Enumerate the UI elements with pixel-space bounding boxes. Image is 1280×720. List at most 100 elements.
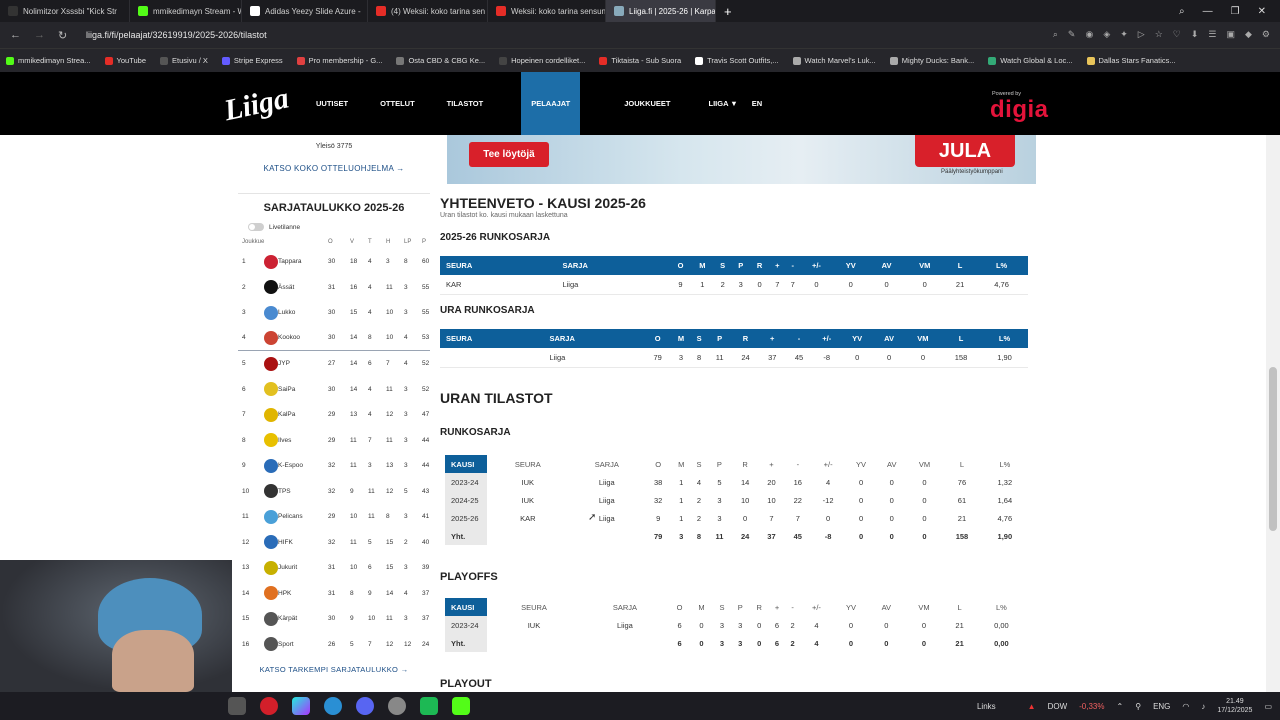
page-scrollbar[interactable] bbox=[1266, 135, 1280, 692]
live-toggle[interactable]: Livetilanne bbox=[248, 223, 430, 231]
copilot-icon[interactable] bbox=[292, 697, 310, 715]
scrollbar-thumb[interactable] bbox=[1269, 367, 1277, 531]
standings-row[interactable]: 12 HIFK 32 11 5 15 2 40 bbox=[238, 530, 430, 556]
standings-row[interactable]: 4 Kookoo 30 14 8 10 4 53 bbox=[238, 326, 430, 351]
stat-cell: 7 bbox=[368, 640, 372, 648]
standings-row[interactable]: 8 Ilves 29 11 7 11 3 44 bbox=[238, 428, 430, 454]
shield-icon[interactable]: ◈ bbox=[1103, 29, 1110, 40]
edge-icon[interactable] bbox=[324, 697, 342, 715]
task-view-icon[interactable] bbox=[228, 697, 246, 715]
nav-joukkueet[interactable]: JOUKKUEET bbox=[608, 72, 702, 135]
bookmark-item[interactable]: Osta CBD & CBG Ke... bbox=[396, 56, 485, 65]
maximize-icon[interactable]: ❐ bbox=[1231, 6, 1240, 17]
opera-icon[interactable] bbox=[260, 697, 278, 715]
bookmark-item[interactable]: Tiktaista - Sub Suora bbox=[599, 56, 681, 65]
notification-icon[interactable]: ▭ bbox=[1264, 702, 1272, 711]
globe-icon bbox=[396, 56, 405, 65]
minimize-icon[interactable]: — bbox=[1203, 6, 1213, 17]
liiga-logo[interactable]: Liiga bbox=[220, 80, 292, 130]
bookmark-item[interactable]: Dallas Stars Fanatics... bbox=[1086, 56, 1176, 65]
nav-tilastot[interactable]: TILASTOT bbox=[431, 72, 522, 135]
toggle-switch[interactable] bbox=[248, 223, 264, 231]
clock[interactable]: 21.49 17/12/2025 bbox=[1217, 697, 1252, 715]
search-icon[interactable]: ⌕ bbox=[1179, 6, 1185, 17]
nav-pelaajat[interactable]: PELAAJAT bbox=[521, 72, 581, 135]
browser-tab[interactable]: Adidas Yeezy Slide Azure - bbox=[242, 0, 368, 22]
standings-row[interactable]: 14 HPK 31 8 9 14 4 37 bbox=[238, 581, 430, 607]
team-logo-icon bbox=[264, 484, 278, 499]
standings-row[interactable]: 3 Lukko 30 15 4 10 3 55 bbox=[238, 300, 430, 326]
network-icon[interactable]: ⚲ bbox=[1135, 702, 1141, 711]
browser-tab[interactable]: Weksii: koko tarina sensun bbox=[488, 0, 606, 22]
standings-row[interactable]: 9 K-Espoo 32 11 3 13 3 44 bbox=[238, 453, 430, 479]
camera-icon[interactable]: ◉ bbox=[1085, 29, 1093, 40]
menu-icon[interactable]: ☰ bbox=[1208, 29, 1216, 40]
nav-language[interactable]: EN bbox=[744, 72, 770, 135]
table-cell: 61 bbox=[957, 495, 967, 505]
close-icon[interactable]: ✕ bbox=[1258, 6, 1266, 17]
banner-button[interactable]: Tee löytöjä bbox=[469, 142, 549, 167]
kick-icon[interactable] bbox=[452, 697, 470, 715]
play-icon[interactable]: ▷ bbox=[1138, 29, 1145, 40]
app-icon[interactable] bbox=[388, 697, 406, 715]
chevron-up-icon[interactable]: ⌃ bbox=[1117, 702, 1124, 711]
kick-icon bbox=[138, 6, 148, 16]
bookmark-item[interactable]: Stripe Express bbox=[221, 56, 283, 65]
bookmark-icon[interactable]: ☆ bbox=[1155, 29, 1163, 40]
bookmark-item[interactable]: mmikedimayn Strea... bbox=[6, 56, 91, 65]
more-standings-link[interactable]: KATSO TARKEMPI SARJATAULUKKO → bbox=[238, 665, 430, 674]
stat-cell: 52 bbox=[422, 385, 430, 393]
standings-row[interactable]: 11 Pelicans 29 10 11 8 3 41 bbox=[238, 504, 430, 530]
bookmark-item[interactable]: Etusivu / X bbox=[160, 56, 208, 65]
heart-icon[interactable]: ♡ bbox=[1173, 29, 1181, 40]
bookmark-item[interactable]: Watch Global & Loc... bbox=[988, 56, 1073, 65]
ad-banner[interactable]: Tee löytöjä JULA Päälyhteistyökumppani bbox=[447, 135, 1036, 184]
full-schedule-link[interactable]: KATSO KOKO OTTELUOHJELMA → bbox=[238, 164, 430, 173]
download-icon[interactable]: ⬇ bbox=[1191, 29, 1199, 40]
table-cell: 0 bbox=[841, 348, 874, 368]
column-header: +/- bbox=[800, 256, 833, 275]
standings-row[interactable]: 7 KalPa 29 13 4 12 3 47 bbox=[238, 402, 430, 428]
browser-tab[interactable]: mmikedimayn Stream - W bbox=[130, 0, 242, 22]
browser-tab[interactable]: Nolimitzor Xsssbi "Kick Str bbox=[0, 0, 130, 22]
edit-icon[interactable]: ✎ bbox=[1068, 29, 1076, 40]
bookmark-item[interactable]: Watch Marvel's Luk... bbox=[792, 56, 876, 65]
settings-icon[interactable]: ⚙ bbox=[1262, 29, 1270, 40]
back-icon[interactable]: ← bbox=[10, 29, 24, 41]
bookmark-item[interactable]: Pro membership - G... bbox=[296, 56, 382, 65]
links-label[interactable]: Links bbox=[977, 702, 996, 711]
standings-row[interactable]: 15 Kärpät 30 9 10 11 3 37 bbox=[238, 606, 430, 632]
browser-tab-active[interactable]: Liiga.fi | 2025-26 | Karpat | bbox=[606, 0, 716, 22]
browser-tab[interactable]: (4) Weksii: koko tarina sen bbox=[368, 0, 488, 22]
spotify-icon[interactable] bbox=[420, 697, 438, 715]
volume-icon[interactable]: ♪ bbox=[1201, 702, 1205, 711]
standings-row[interactable]: 5 JYP 27 14 6 7 4 52 bbox=[238, 351, 430, 377]
wifi-icon[interactable]: ◠ bbox=[1182, 702, 1189, 711]
bookmark-item[interactable]: Mighty Ducks: Bank... bbox=[889, 56, 974, 65]
wallet-icon[interactable]: ▣ bbox=[1226, 29, 1235, 40]
standings-row[interactable]: 1 Tappara 30 18 4 3 8 60 bbox=[238, 249, 430, 275]
standings-row[interactable]: 10 TPS 32 9 11 12 5 43 bbox=[238, 479, 430, 505]
discord-icon[interactable] bbox=[356, 697, 374, 715]
table-cell: -12 bbox=[822, 495, 834, 505]
nav-uutiset[interactable]: UUTISET bbox=[300, 72, 364, 135]
standings-row[interactable]: 6 SaiPa 30 14 4 11 3 52 bbox=[238, 377, 430, 403]
extensions-icon[interactable]: ✦ bbox=[1120, 29, 1128, 40]
aria-icon[interactable]: ◆ bbox=[1245, 29, 1252, 40]
standings-row[interactable]: 16 Sport 26 5 7 12 12 24 bbox=[238, 632, 430, 658]
bookmark-item[interactable]: YouTube bbox=[104, 56, 146, 65]
standings-row[interactable]: 13 Jukurit 31 10 6 15 3 39 bbox=[238, 555, 430, 581]
digia-logo[interactable]: digia bbox=[990, 96, 1049, 124]
new-tab-button[interactable]: + bbox=[716, 0, 740, 22]
nav-ottelut[interactable]: OTTELUT bbox=[364, 72, 431, 135]
language-label[interactable]: ENG bbox=[1153, 702, 1170, 711]
bookmark-item[interactable]: Travis Scott Outfits,... bbox=[695, 56, 779, 65]
table-cell: 0 bbox=[889, 495, 894, 505]
nav-liiga[interactable]: LIIGA ▼ bbox=[703, 72, 744, 135]
reload-icon[interactable]: ↻ bbox=[58, 29, 72, 42]
standings-row[interactable]: 2 Ässät 31 16 4 11 3 55 bbox=[238, 275, 430, 301]
forward-icon[interactable]: → bbox=[34, 29, 48, 41]
zoom-icon[interactable]: ⌕ bbox=[1053, 29, 1058, 40]
url-input[interactable]: liiga.fi/fi/pelaajat/32619919/2025-2026/… bbox=[86, 30, 267, 40]
bookmark-item[interactable]: Hopeinen cordelliket... bbox=[499, 56, 585, 65]
